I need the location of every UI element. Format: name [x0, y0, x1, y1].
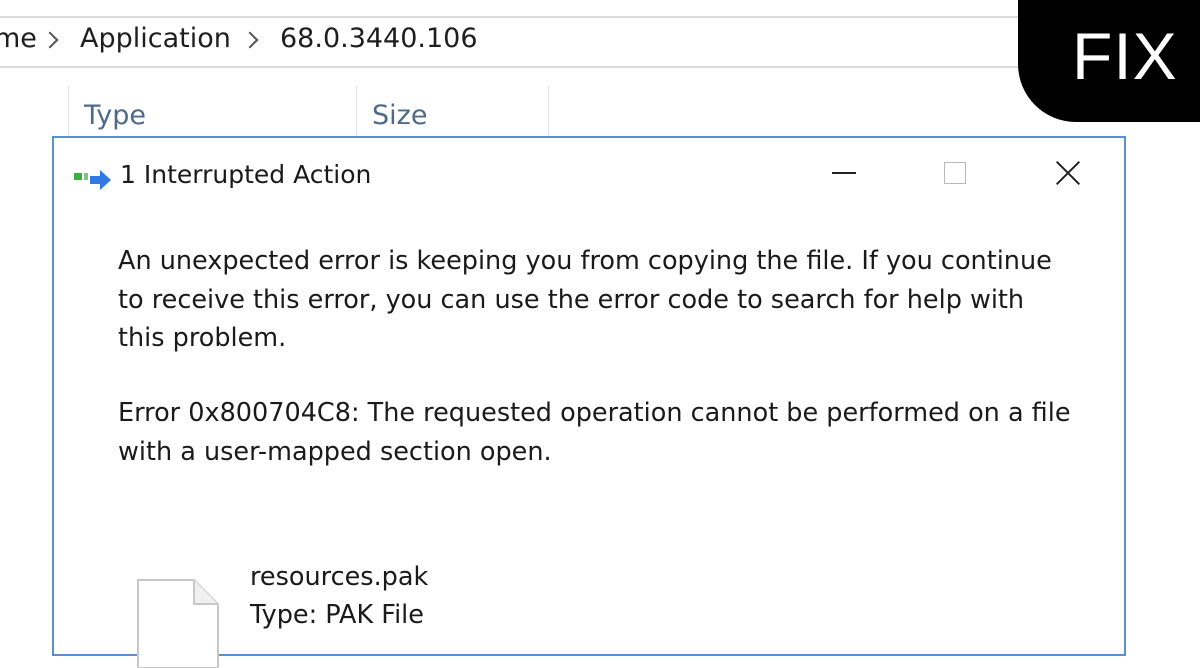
copy-arrow-icon: [74, 170, 111, 190]
error-code: Error 0x800704C8: The requested operatio…: [118, 398, 1071, 467]
error-message: An unexpected error is keeping you from …: [118, 246, 1052, 353]
breadcrumb-item-application[interactable]: Application: [80, 23, 231, 54]
file-name: resources.pak: [250, 562, 429, 592]
column-header-type[interactable]: Type: [84, 100, 146, 131]
column-divider[interactable]: [68, 86, 69, 136]
column-header-size[interactable]: Size: [372, 100, 427, 131]
minimize-button[interactable]: [814, 148, 874, 198]
dialog-title: 1 Interrupted Action: [120, 160, 372, 189]
column-divider[interactable]: [548, 86, 549, 136]
interrupted-action-dialog: 1 Interrupted Action An unexpected error…: [52, 136, 1126, 668]
breadcrumb-item-home[interactable]: me: [0, 23, 37, 54]
maximize-button[interactable]: [926, 148, 986, 198]
close-button[interactable]: [1038, 148, 1098, 198]
minimize-icon: [832, 172, 856, 174]
maximize-icon: [944, 162, 966, 184]
column-divider[interactable]: [356, 86, 357, 136]
file-icon: [137, 579, 219, 668]
breadcrumb-item-version[interactable]: 68.0.3440.106: [280, 23, 478, 54]
file-type: Type: PAK File: [250, 600, 424, 630]
fix-badge-label: FIX: [1072, 19, 1178, 93]
